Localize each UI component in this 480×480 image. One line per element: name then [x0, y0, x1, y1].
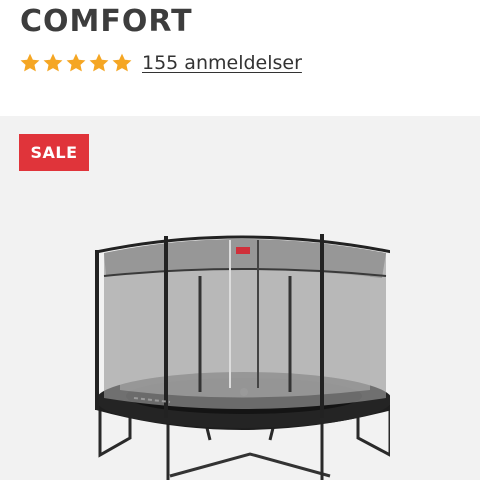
star-rating[interactable]	[19, 52, 133, 74]
product-image-area[interactable]: SALE	[0, 116, 480, 480]
star-icon	[112, 53, 132, 72]
sale-badge: SALE	[19, 134, 89, 171]
product-title: COMFORT	[20, 4, 193, 39]
star-icon	[89, 53, 109, 72]
star-icon	[43, 53, 63, 72]
reviews-link[interactable]: 155 anmeldelser	[142, 52, 302, 74]
rating-row: 155 anmeldelser	[19, 50, 302, 76]
trampoline-image	[95, 234, 390, 480]
star-icon	[20, 53, 40, 72]
star-icon	[66, 53, 86, 72]
product-header: COMFORT 155 anmeldelser	[0, 0, 480, 116]
